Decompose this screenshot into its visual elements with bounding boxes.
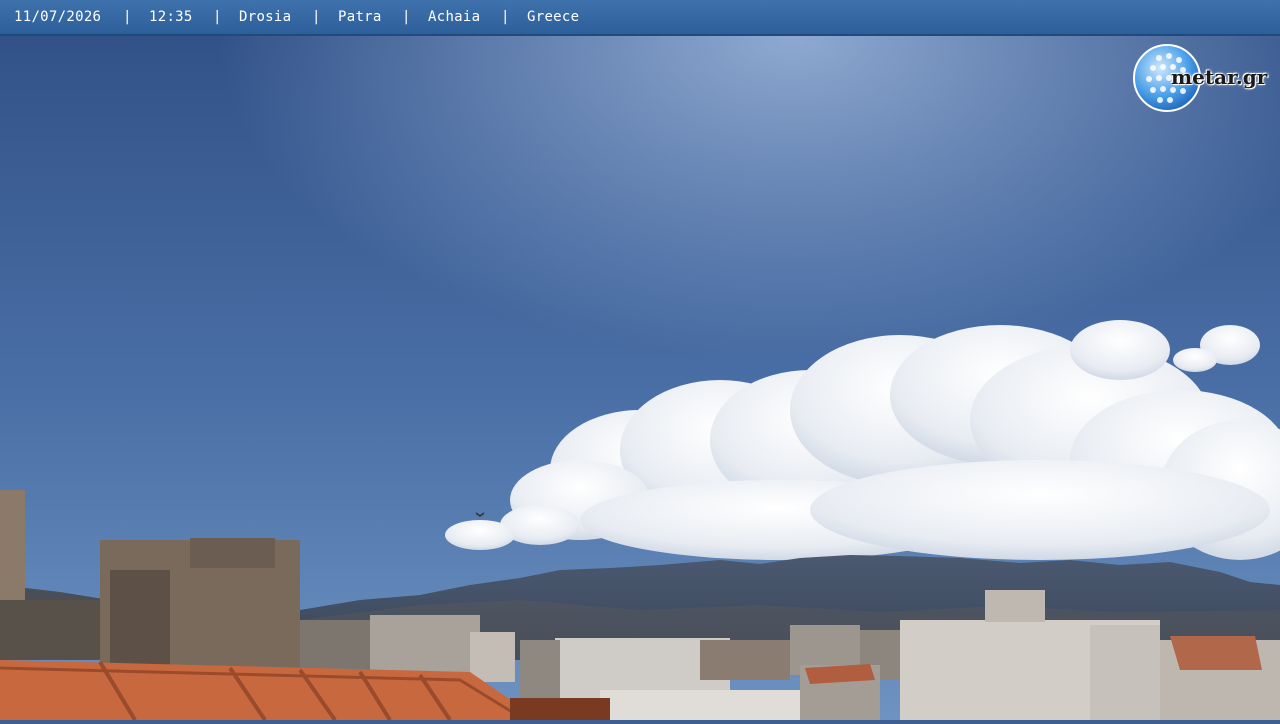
time-label: 12:35 bbox=[149, 9, 193, 25]
webcam-image bbox=[0, 0, 1280, 722]
country-label: Greece bbox=[527, 9, 580, 25]
webcam-info-bar: 11/07/2026 | 12:35 | Drosia | Patra | Ac… bbox=[0, 0, 1280, 36]
separator: | bbox=[402, 9, 411, 25]
separator: | bbox=[213, 9, 222, 25]
place-label: Drosia bbox=[239, 9, 292, 25]
date-label: 11/07/2026 bbox=[14, 9, 102, 25]
separator: | bbox=[501, 9, 510, 25]
separator: | bbox=[123, 9, 132, 25]
logo-text: metar.gr bbox=[1171, 65, 1268, 89]
region-label: Achaia bbox=[428, 9, 481, 25]
metar-logo: metar.gr bbox=[1133, 44, 1273, 114]
separator: | bbox=[312, 9, 321, 25]
city-label: Patra bbox=[338, 9, 382, 25]
webcam-scene bbox=[0, 0, 1280, 722]
